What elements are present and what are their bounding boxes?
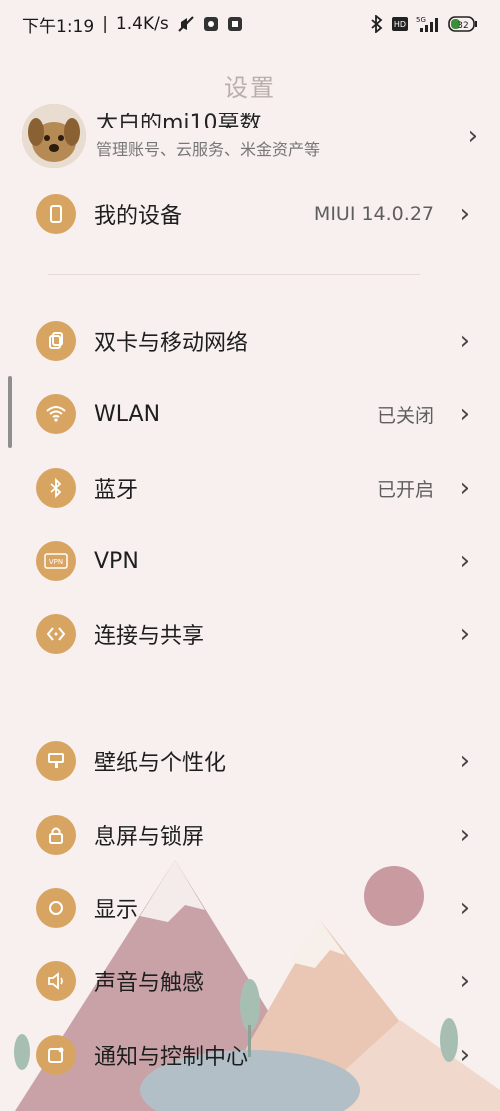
dual-sim-label: 双卡与移动网络 bbox=[94, 331, 249, 356]
section-divider bbox=[48, 274, 420, 275]
svg-text:HD: HD bbox=[394, 20, 406, 29]
chevron-right-icon: › bbox=[459, 966, 470, 996]
account-name: 大白的mi10莫数 bbox=[96, 112, 262, 128]
sound-row[interactable]: 声音与触感 › bbox=[0, 944, 500, 1018]
phone-icon bbox=[36, 194, 76, 234]
notification-label: 通知与控制中心 bbox=[94, 1045, 249, 1070]
wallpaper-label: 壁纸与个性化 bbox=[94, 751, 227, 776]
lockscreen-row[interactable]: 息屏与锁屏 › bbox=[0, 798, 500, 872]
account-subtitle: 管理账号、云服务、米金资产等 bbox=[96, 139, 321, 159]
status-bar: 下午1:19 | 1.4K/s HD 5G 32 bbox=[0, 0, 500, 48]
chevron-right-icon: › bbox=[459, 820, 470, 850]
notification-icon bbox=[36, 1035, 76, 1075]
svg-text:32: 32 bbox=[457, 21, 468, 31]
app-notification-icon bbox=[227, 16, 243, 32]
chevron-right-icon: › bbox=[459, 546, 470, 576]
chevron-right-icon: › bbox=[459, 746, 470, 776]
sound-label: 声音与触感 bbox=[94, 971, 205, 996]
my-device-label: 我的设备 bbox=[94, 204, 183, 229]
hd-icon: HD bbox=[392, 17, 408, 31]
bluetooth-icon bbox=[36, 468, 76, 508]
page-title: 设置 bbox=[224, 74, 276, 102]
avatar bbox=[22, 104, 86, 168]
sim-card-icon bbox=[36, 321, 76, 361]
vpn-icon: VPN bbox=[36, 541, 76, 581]
bluetooth-status-icon bbox=[370, 15, 384, 33]
display-icon bbox=[36, 888, 76, 928]
wlan-status: 已关闭 bbox=[376, 404, 434, 427]
display-row[interactable]: 显示 › bbox=[0, 871, 500, 945]
battery-icon: 32 bbox=[448, 16, 478, 32]
chevron-right-icon: › bbox=[459, 619, 470, 649]
wlan-label: WLAN bbox=[94, 401, 161, 427]
bluetooth-label: 蓝牙 bbox=[94, 478, 139, 503]
vpn-row[interactable]: VPN VPN › bbox=[0, 524, 500, 598]
network-speed: 1.4K/s bbox=[115, 14, 169, 34]
chevron-right-icon: › bbox=[459, 199, 470, 229]
mute-icon bbox=[177, 15, 195, 33]
lock-icon bbox=[36, 815, 76, 855]
svg-text:VPN: VPN bbox=[49, 558, 63, 566]
lockscreen-label: 息屏与锁屏 bbox=[94, 825, 205, 850]
my-device-value: MIUI 14.0.27 bbox=[313, 203, 434, 225]
wallpaper-icon bbox=[36, 741, 76, 781]
notification-row[interactable]: 通知与控制中心 › bbox=[0, 1018, 500, 1092]
vpn-label: VPN bbox=[94, 548, 139, 574]
chevron-right-icon: › bbox=[467, 121, 478, 151]
status-time: 下午1:19 bbox=[22, 16, 95, 37]
svg-text:5G: 5G bbox=[416, 16, 426, 24]
app-notification-icon bbox=[203, 16, 219, 32]
chevron-right-icon: › bbox=[459, 893, 470, 923]
signal-icon: 5G bbox=[416, 15, 440, 33]
bluetooth-status: 已开启 bbox=[376, 478, 434, 501]
wifi-icon bbox=[36, 394, 76, 434]
my-device-row[interactable]: 我的设备 MIUI 14.0.27 › bbox=[0, 177, 500, 251]
account-row[interactable]: 大白的mi10莫数 管理账号、云服务、米金资产等 › bbox=[22, 104, 478, 168]
chevron-right-icon: › bbox=[459, 473, 470, 503]
connection-share-row[interactable]: 连接与共享 › bbox=[0, 597, 500, 671]
display-label: 显示 bbox=[94, 898, 139, 923]
dual-sim-row[interactable]: 双卡与移动网络 › bbox=[0, 304, 500, 378]
bluetooth-row[interactable]: 蓝牙 已开启 › bbox=[0, 451, 500, 525]
chevron-right-icon: › bbox=[459, 1040, 470, 1070]
chevron-right-icon: › bbox=[459, 399, 470, 429]
wlan-row[interactable]: WLAN 已关闭 › bbox=[0, 377, 500, 451]
connection-share-icon bbox=[36, 614, 76, 654]
chevron-right-icon: › bbox=[459, 326, 470, 356]
speaker-icon bbox=[36, 961, 76, 1001]
connection-share-label: 连接与共享 bbox=[94, 624, 205, 649]
wallpaper-row[interactable]: 壁纸与个性化 › bbox=[0, 724, 500, 798]
